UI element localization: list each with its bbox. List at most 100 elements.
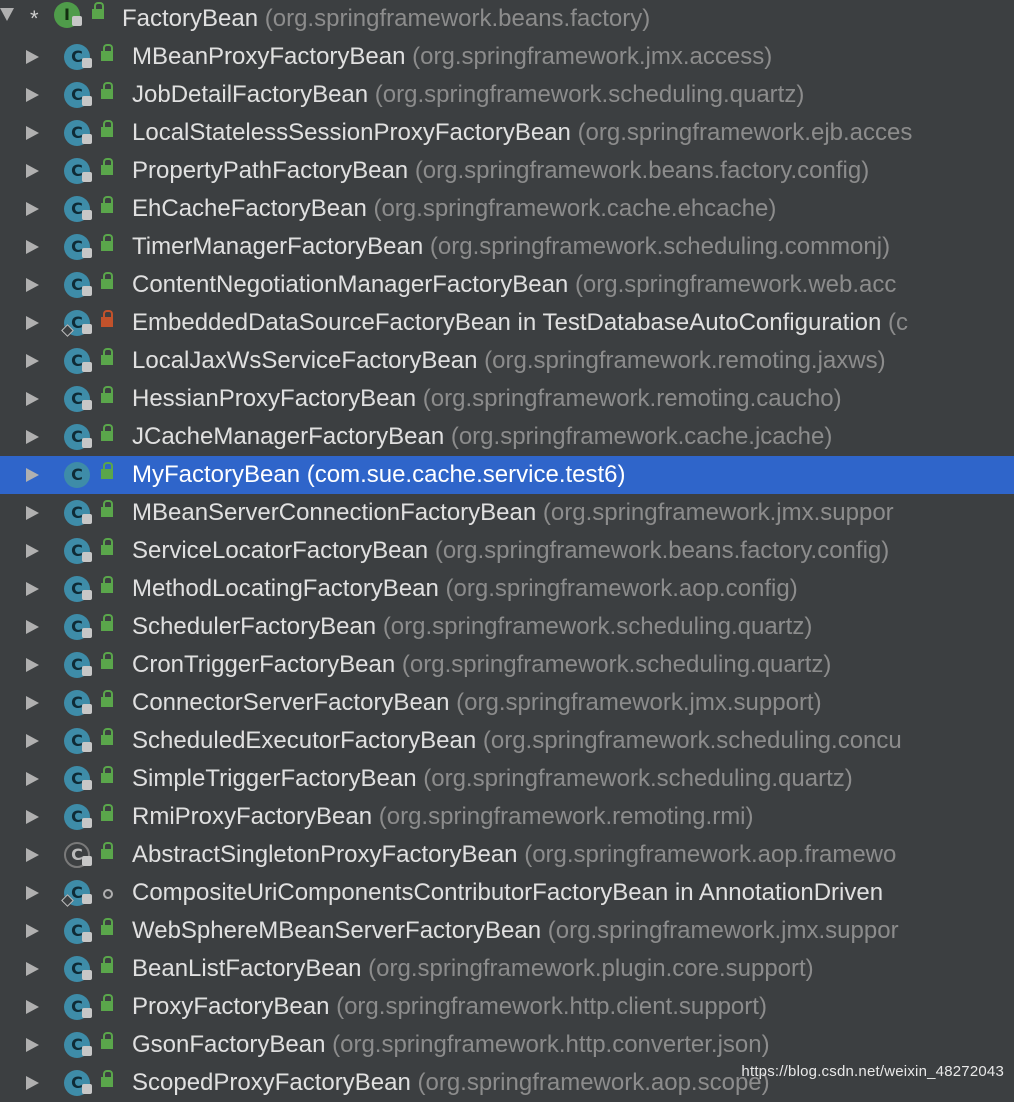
expand-arrow-icon[interactable]: [26, 354, 39, 368]
tree-row[interactable]: C SimpleTriggerFactoryBean (org.springfra…: [0, 760, 1014, 798]
public-visibility-icon: [101, 804, 113, 821]
public-visibility-icon: [101, 994, 113, 1011]
tree-node-label: LocalJaxWsServiceFactoryBean (org.spring…: [132, 342, 886, 380]
expand-arrow-icon[interactable]: [26, 50, 39, 64]
class-name: PropertyPathFactoryBean: [132, 157, 409, 184]
expand-arrow-icon[interactable]: [26, 620, 39, 634]
lock-badge-icon: [82, 1008, 92, 1018]
tree-row[interactable]: C TimerManagerFactoryBean (org.springfram…: [0, 228, 1014, 266]
tree-root-row[interactable]: * I FactoryBean (org.springframework.bea…: [0, 0, 1014, 38]
tree-row[interactable]: C MyFactoryBean (com.sue.cache.service.te…: [0, 456, 1014, 494]
expand-arrow-icon[interactable]: [26, 506, 39, 520]
expand-arrow-icon[interactable]: [26, 544, 39, 558]
expand-arrow-icon[interactable]: [26, 240, 39, 254]
class-name: CompositeUriComponentsContributorFactory…: [132, 879, 884, 906]
class-name: BeanListFactoryBean: [132, 955, 362, 982]
tree-row[interactable]: C CompositeUriComponentsContributorFactor…: [0, 874, 1014, 912]
package-name: (org.springframework.jmx.support): [456, 689, 822, 716]
tree-row[interactable]: C ScheduledExecutorFactoryBean (org.sprin…: [0, 722, 1014, 760]
lock-badge-icon: [82, 780, 92, 790]
tree-row[interactable]: C EhCacheFactoryBean (org.springframework…: [0, 190, 1014, 228]
expand-arrow-icon[interactable]: [26, 316, 39, 330]
tree-row[interactable]: C CronTriggerFactoryBean (org.springframe…: [0, 646, 1014, 684]
class-name: SimpleTriggerFactoryBean: [132, 765, 417, 792]
tree-row[interactable]: C HessianProxyFactoryBean (org.springfram…: [0, 380, 1014, 418]
tree-row[interactable]: C RmiProxyFactoryBean (org.springframewor…: [0, 798, 1014, 836]
expand-arrow-icon[interactable]: [26, 886, 39, 900]
expand-arrow-icon[interactable]: [26, 962, 39, 976]
expand-arrow-icon[interactable]: [26, 126, 39, 140]
expand-arrow-icon[interactable]: [26, 278, 39, 292]
root-marker: *: [30, 6, 39, 31]
tree-node-label: PropertyPathFactoryBean (org.springframe…: [132, 152, 869, 190]
expand-arrow-icon[interactable]: [26, 848, 39, 862]
tree-row[interactable]: C LocalJaxWsServiceFactoryBean (org.sprin…: [0, 342, 1014, 380]
package-name: (org.springframework.beans.factory.confi…: [414, 157, 870, 184]
package-name: (org.springframework.ejb.acces: [577, 119, 913, 146]
package-name: (org.springframework.scheduling.concu: [482, 727, 902, 754]
tree-row[interactable]: C MBeanProxyFactoryBean (org.springframew…: [0, 38, 1014, 76]
class-name: ContentNegotiationManagerFactoryBean: [132, 271, 569, 298]
tree-row[interactable]: C AbstractSingletonProxyFactoryBean (org.…: [0, 836, 1014, 874]
expand-arrow-icon[interactable]: [26, 810, 39, 824]
class-name: MethodLocatingFactoryBean: [132, 575, 439, 602]
expand-arrow-icon[interactable]: [26, 430, 39, 444]
expand-arrow-icon[interactable]: [26, 1000, 39, 1014]
tree-row[interactable]: C LocalStatelessSessionProxyFactoryBean (…: [0, 114, 1014, 152]
expand-arrow-icon[interactable]: [26, 468, 39, 482]
collapse-arrow-icon[interactable]: [0, 8, 14, 21]
tree-row[interactable]: C MBeanServerConnectionFactoryBean (org.s…: [0, 494, 1014, 532]
tree-node-label: EhCacheFactoryBean (org.springframework.…: [132, 190, 776, 228]
tree-row[interactable]: C ConnectorServerFactoryBean (org.springf…: [0, 684, 1014, 722]
public-visibility-icon: [101, 728, 113, 745]
tree-row[interactable]: C ProxyFactoryBean (org.springframework.h…: [0, 988, 1014, 1026]
lock-badge-icon: [72, 16, 82, 26]
expand-arrow-icon[interactable]: [26, 88, 39, 102]
tree-row[interactable]: C WebSphereMBeanServerFactoryBean (org.sp…: [0, 912, 1014, 950]
tree-row[interactable]: C BeanListFactoryBean (org.springframewor…: [0, 950, 1014, 988]
class-name: CronTriggerFactoryBean: [132, 651, 396, 678]
expand-arrow-icon[interactable]: [26, 202, 39, 216]
package-name: (org.springframework.beans.factory): [264, 5, 651, 32]
expand-arrow-icon[interactable]: [26, 392, 39, 406]
public-visibility-icon: [101, 120, 113, 137]
tree-row[interactable]: C PropertyPathFactoryBean (org.springfram…: [0, 152, 1014, 190]
expand-arrow-icon[interactable]: [26, 1038, 39, 1052]
expand-arrow-icon[interactable]: [26, 734, 39, 748]
tree-row[interactable]: C GsonFactoryBean (org.springframework.ht…: [0, 1026, 1014, 1064]
lock-badge-icon: [82, 1084, 92, 1094]
expand-arrow-icon[interactable]: [26, 772, 39, 786]
tree-row[interactable]: C ServiceLocatorFactoryBean (org.springfr…: [0, 532, 1014, 570]
package-name: (org.springframework.beans.factory.confi…: [434, 537, 890, 564]
package-name: (org.springframework.cache.ehcache): [373, 195, 777, 222]
type-hierarchy-tree[interactable]: * I FactoryBean (org.springframework.bea…: [0, 0, 1014, 1102]
class-name: EhCacheFactoryBean: [132, 195, 367, 222]
lock-badge-icon: [82, 134, 92, 144]
tree-row[interactable]: C JCacheManagerFactoryBean (org.springfra…: [0, 418, 1014, 456]
tree-row[interactable]: C JobDetailFactoryBean (org.springframewo…: [0, 76, 1014, 114]
expand-arrow-icon[interactable]: [26, 924, 39, 938]
expand-arrow-icon[interactable]: [26, 1076, 39, 1090]
expand-arrow-icon[interactable]: [26, 658, 39, 672]
tree-row[interactable]: C MethodLocatingFactoryBean (org.springfr…: [0, 570, 1014, 608]
class-icon: C: [64, 462, 90, 488]
lock-badge-icon: [82, 172, 92, 182]
public-visibility-icon: [101, 842, 113, 859]
tree-node-label: CronTriggerFactoryBean (org.springframew…: [132, 646, 831, 684]
lock-badge-icon: [82, 362, 92, 372]
package-name: (org.springframework.jmx.suppor: [547, 917, 899, 944]
lock-badge-icon: [82, 552, 92, 562]
expand-arrow-icon[interactable]: [26, 164, 39, 178]
lock-badge-icon: [82, 894, 92, 904]
tree-node-label: WebSphereMBeanServerFactoryBean (org.spr…: [132, 912, 899, 950]
lock-badge-icon: [82, 96, 92, 106]
expand-arrow-icon[interactable]: [26, 696, 39, 710]
tree-row[interactable]: C ContentNegotiationManagerFactoryBean (o…: [0, 266, 1014, 304]
public-visibility-icon: [101, 462, 113, 479]
tree-row[interactable]: C EmbeddedDataSourceFactoryBean in TestDa…: [0, 304, 1014, 342]
lock-badge-icon: [82, 438, 92, 448]
tree-row[interactable]: C SchedulerFactoryBean (org.springframewo…: [0, 608, 1014, 646]
lock-badge-icon: [82, 704, 92, 714]
expand-arrow-icon[interactable]: [26, 582, 39, 596]
class-name: ProxyFactoryBean: [132, 993, 330, 1020]
